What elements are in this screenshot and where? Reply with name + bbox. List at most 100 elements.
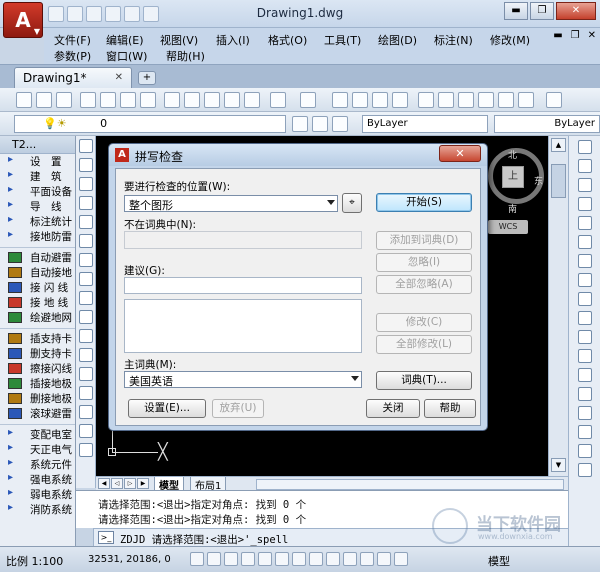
stretch-icon[interactable] (577, 292, 592, 306)
menu-edit[interactable]: 编辑(E) (106, 32, 144, 48)
minimize-button[interactable]: ▬ (504, 2, 528, 20)
scale-icon[interactable] (577, 273, 592, 287)
copy-icon[interactable] (184, 92, 200, 108)
ignore-button[interactable]: 忽略(I) (376, 253, 472, 272)
menu-help[interactable]: 帮助(H) (166, 48, 205, 64)
tab-layout1[interactable]: 布局1 (190, 477, 227, 492)
palette-item[interactable]: 擦接闪线 (0, 361, 75, 376)
vertical-scrollbar[interactable]: ▲ ▼ (548, 136, 568, 476)
markup-icon[interactable] (498, 92, 514, 108)
transparency-icon[interactable] (360, 552, 374, 566)
erase-icon[interactable] (577, 140, 592, 154)
undo-button[interactable]: 放弃(U) (212, 399, 264, 418)
dynamic-ucs-icon[interactable] (309, 552, 323, 566)
settings-button[interactable]: 设置(E)... (128, 399, 206, 418)
palette-item[interactable]: 插支持卡 (0, 331, 75, 346)
quick-properties-icon[interactable] (377, 552, 391, 566)
close-button[interactable]: ✕ (556, 2, 596, 20)
quickcalc-icon[interactable] (518, 92, 534, 108)
where-to-check-combo[interactable]: 整个图形 (124, 195, 338, 212)
menu-insert[interactable]: 插入(I) (216, 32, 250, 48)
palette-item[interactable]: ▸ 变配电室 (0, 427, 75, 442)
paste-icon[interactable] (204, 92, 220, 108)
color-combo[interactable]: ByLayer (362, 115, 488, 133)
object-snap-icon[interactable] (258, 552, 272, 566)
select-objects-button[interactable]: ⌖ (342, 193, 362, 213)
palette-item[interactable]: 自动接地 (0, 265, 75, 280)
spline-icon[interactable] (78, 291, 93, 305)
palette-item[interactable]: ▸ 导 线 (0, 199, 75, 214)
insert-block-icon[interactable] (78, 348, 93, 362)
polyline-icon[interactable] (78, 177, 93, 191)
chamfer-icon[interactable] (577, 406, 592, 420)
tab-drawing1[interactable]: Drawing1* ✕ (14, 67, 132, 89)
menu-tools[interactable]: 工具(T) (324, 32, 361, 48)
rectangle-icon[interactable] (78, 215, 93, 229)
break-icon[interactable] (577, 368, 592, 382)
ortho-mode-icon[interactable] (224, 552, 238, 566)
ellipse-arc-icon[interactable] (78, 329, 93, 343)
palette-item[interactable]: 删支持卡 (0, 346, 75, 361)
menu-view[interactable]: 视图(V) (160, 32, 198, 48)
zoom-window-icon[interactable] (372, 92, 388, 108)
start-button[interactable]: 开始(S) (376, 193, 472, 212)
hatch-icon[interactable] (78, 405, 93, 419)
design-center-icon[interactable] (438, 92, 454, 108)
palette-item[interactable]: 插接地极 (0, 376, 75, 391)
line-icon[interactable] (78, 139, 93, 153)
explode-icon[interactable] (577, 463, 592, 477)
add-to-dictionary-button[interactable]: 添加到词典(D) (376, 231, 472, 250)
menu-format[interactable]: 格式(O) (268, 32, 307, 48)
offset-icon[interactable] (577, 197, 592, 211)
palette-item[interactable]: 接 地 线 (0, 295, 75, 310)
plot-icon[interactable] (80, 92, 96, 108)
palette-item[interactable]: ▸ 天正电气 (0, 442, 75, 457)
palette-item[interactable]: ▸ 标注统计 (0, 214, 75, 229)
mdi-restore-button[interactable]: ❐ (571, 30, 580, 41)
rotate-icon[interactable] (577, 254, 592, 268)
move-icon[interactable] (577, 235, 592, 249)
tab-model[interactable]: 模型 (154, 477, 184, 492)
horizontal-scrollbar[interactable] (256, 479, 564, 490)
dictionaries-button[interactable]: 词典(T)... (376, 371, 472, 390)
dynamic-input-icon[interactable] (326, 552, 340, 566)
palette-item[interactable]: 自动避雷 (0, 250, 75, 265)
copy-object-icon[interactable] (577, 159, 592, 173)
new-file-icon[interactable] (16, 92, 32, 108)
close-dialog-button[interactable]: 关闭 (366, 399, 420, 418)
dialog-title-bar[interactable]: A 拼写检查 ✕ (109, 144, 487, 166)
dialog-close-button[interactable]: ✕ (439, 145, 481, 162)
linetype-combo[interactable]: ByLayer (494, 115, 600, 133)
make-block-icon[interactable] (78, 367, 93, 381)
undo-icon[interactable] (270, 92, 286, 108)
extend-icon[interactable] (577, 330, 592, 344)
menu-draw[interactable]: 绘图(D) (378, 32, 417, 48)
suggestion-input[interactable] (124, 277, 362, 294)
3d-object-snap-icon[interactable] (275, 552, 289, 566)
not-in-dictionary-field[interactable] (124, 231, 362, 249)
palette-item[interactable]: ▸ 强电系统 (0, 472, 75, 487)
pan-icon[interactable] (332, 92, 348, 108)
break-at-point-icon[interactable] (577, 349, 592, 363)
3d-dwf-icon[interactable] (140, 92, 156, 108)
layer-combo[interactable]: 💡☀ 0 (14, 115, 286, 133)
viewcube-east[interactable]: 东 (534, 174, 543, 187)
palette-item[interactable]: 绘避地网 (0, 310, 75, 325)
viewcube-south[interactable]: 南 (508, 202, 517, 215)
block-editor-icon[interactable] (244, 92, 260, 108)
array-icon[interactable] (577, 216, 592, 230)
menu-file[interactable]: 文件(F) (54, 32, 91, 48)
palette-item[interactable]: 滚球避雷 (0, 406, 75, 421)
main-dictionary-combo[interactable]: 美国英语 (124, 371, 362, 388)
polar-tracking-icon[interactable] (241, 552, 255, 566)
viewcube-north[interactable]: 北 (508, 148, 517, 161)
blend-icon[interactable] (577, 444, 592, 458)
ignore-all-button[interactable]: 全部忽略(A) (376, 275, 472, 294)
palette-item[interactable]: ▸ 消防系统 (0, 502, 75, 517)
gradient-icon[interactable] (78, 424, 93, 438)
wcs-menu-button[interactable]: WCS (488, 220, 528, 234)
mirror-icon[interactable] (577, 178, 592, 192)
suggestions-list[interactable] (124, 299, 362, 353)
palette-item[interactable]: ▸ 弱电系统 (0, 487, 75, 502)
palette-item[interactable]: ▸ 平面设备 (0, 184, 75, 199)
